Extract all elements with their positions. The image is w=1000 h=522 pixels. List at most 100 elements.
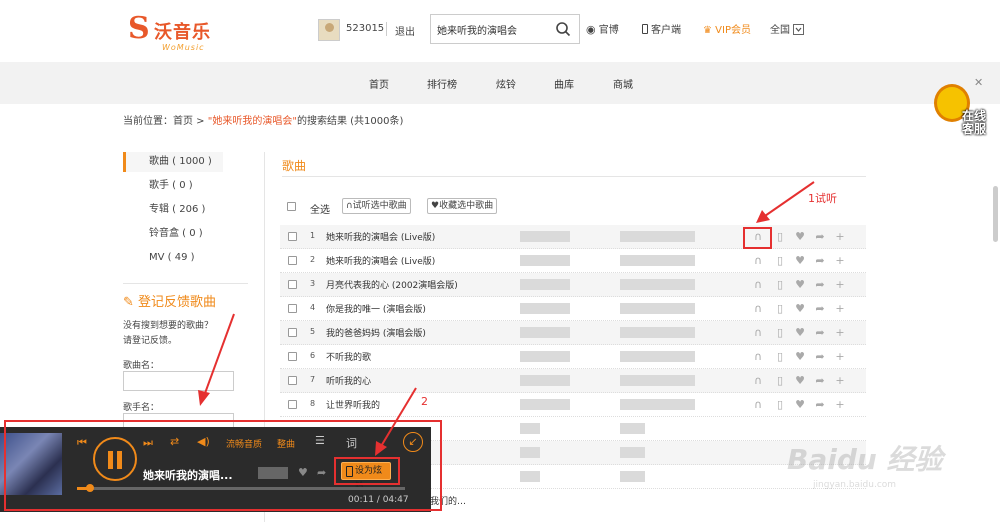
row-actions: ∩ ▯ ♥ ➦ + — [752, 398, 852, 412]
share-icon[interactable]: ➦ — [814, 254, 826, 268]
nav-ringtones[interactable]: 炫铃 — [496, 76, 516, 91]
sidebar-item-songs[interactable]: 歌曲 ( 1000 ) — [123, 152, 223, 172]
row-actions: ∩ ▯ ♥ ➦ + — [752, 254, 852, 268]
share-icon[interactable]: ➦ — [814, 230, 826, 244]
song-title[interactable]: 你是我的唯一 (演唱会版) — [326, 302, 426, 315]
row-checkbox[interactable] — [288, 232, 297, 241]
phone-icon[interactable]: ▯ — [774, 254, 786, 268]
add-icon[interactable]: + — [834, 254, 846, 268]
headphones-icon[interactable]: ∩ — [752, 278, 764, 292]
blurred-singer — [520, 231, 570, 242]
table-row: 1 她来听我的演唱会 (Live版) ∩ ▯ ♥ ➦ + — [280, 225, 866, 249]
heart-icon[interactable]: ♥ — [794, 254, 806, 268]
search-input[interactable] — [437, 21, 552, 37]
heart-icon[interactable]: ♥ — [794, 278, 806, 292]
add-icon[interactable]: + — [834, 278, 846, 292]
heart-icon[interactable]: ♥ — [794, 302, 806, 316]
vip-label: VIP会员 — [715, 25, 751, 36]
phone-icon[interactable]: ▯ — [774, 326, 786, 340]
vip-link[interactable]: ♛ VIP会员 — [703, 21, 751, 36]
heart-icon[interactable]: ♥ — [794, 374, 806, 388]
headphones-icon[interactable]: ∩ — [752, 326, 764, 340]
headphones-icon[interactable]: ∩ — [752, 302, 764, 316]
row-number: 1 — [310, 231, 316, 240]
share-icon[interactable]: ➦ — [814, 302, 826, 316]
heart-icon[interactable]: ♥ — [794, 326, 806, 340]
row-checkbox[interactable] — [288, 400, 297, 409]
blurred-album — [620, 447, 645, 458]
row-checkbox[interactable] — [288, 328, 297, 337]
add-icon[interactable]: + — [834, 398, 846, 412]
online-service-widget[interactable]: 在线 客服 ✕ — [928, 76, 998, 146]
song-title[interactable]: 我的爸爸妈妈 (演唱会版) — [326, 326, 426, 339]
collect-selected-button[interactable]: ♥收藏选中歌曲 — [427, 198, 498, 214]
blurred-album — [620, 231, 695, 242]
table-row: 7 听听我的心 ∩ ▯ ♥ ➦ + — [280, 369, 866, 393]
phone-icon[interactable]: ▯ — [774, 278, 786, 292]
nav-library[interactable]: 曲库 — [554, 76, 574, 91]
song-title[interactable]: 她来听我的演唱会 (Live版) — [326, 254, 435, 267]
add-icon[interactable]: + — [834, 374, 846, 388]
phone-icon[interactable]: ▯ — [774, 230, 786, 244]
sidebar-item-ringbox[interactable]: 铃音盒 ( 0 ) — [123, 224, 223, 244]
row-number: 3 — [310, 279, 316, 288]
share-icon[interactable]: ➦ — [814, 326, 826, 340]
add-icon[interactable]: + — [834, 326, 846, 340]
user-id[interactable]: 523015 — [346, 23, 384, 34]
sidebar-item-singers[interactable]: 歌手 ( 0 ) — [123, 176, 223, 196]
logo-subtitle: WoMusic — [162, 43, 205, 52]
phone-icon[interactable]: ▯ — [774, 398, 786, 412]
logout-link[interactable]: 退出 — [395, 23, 415, 38]
blurred-singer — [520, 303, 570, 314]
song-title[interactable]: 月亮代表我的心 (2002演唱会版) — [326, 278, 458, 291]
client-link[interactable]: 客户端 — [642, 21, 681, 36]
add-icon[interactable]: + — [834, 230, 846, 244]
share-icon[interactable]: ➦ — [814, 398, 826, 412]
row-checkbox[interactable] — [288, 376, 297, 385]
nav-home[interactable]: 首页 — [369, 76, 389, 91]
weibo-link[interactable]: ◉ 官博 — [586, 21, 619, 36]
select-all-checkbox[interactable] — [287, 202, 296, 211]
row-checkbox[interactable] — [288, 256, 297, 265]
headphones-icon[interactable]: ∩ — [752, 374, 764, 388]
sidebar-item-albums[interactable]: 专辑 ( 206 ) — [123, 200, 223, 220]
row-number: 6 — [310, 351, 316, 360]
sidebar-item-mv[interactable]: MV ( 49 ) — [123, 248, 223, 268]
song-title[interactable]: 听听我的心 — [326, 374, 371, 387]
select-all-label[interactable]: 全选 — [310, 201, 330, 216]
listen-selected-button[interactable]: ∩试听选中歌曲 — [342, 198, 411, 214]
baidu-watermark: Baidu 经验 jingyan.baidu.com — [775, 430, 975, 500]
add-icon[interactable]: + — [834, 302, 846, 316]
headphones-icon[interactable]: ∩ — [752, 254, 764, 268]
wo-music-logo[interactable]: S 沃音乐 WoMusic — [128, 10, 238, 56]
heart-icon[interactable]: ♥ — [794, 350, 806, 364]
crown-icon: ♛ — [703, 25, 712, 36]
nav-store[interactable]: 商城 — [613, 76, 633, 91]
breadcrumb-prefix[interactable]: 当前位置：首页 > — [123, 116, 208, 127]
row-checkbox[interactable] — [288, 304, 297, 313]
service-label: 在线 客服 — [962, 110, 986, 136]
close-icon[interactable]: ✕ — [974, 76, 983, 89]
region-select[interactable]: 全国 — [770, 21, 804, 36]
share-icon[interactable]: ➦ — [814, 374, 826, 388]
avatar[interactable] — [318, 19, 340, 41]
headphones-icon[interactable]: ∩ — [752, 398, 764, 412]
row-checkbox[interactable] — [288, 280, 297, 289]
heart-icon[interactable]: ♥ — [794, 230, 806, 244]
nav-charts[interactable]: 排行榜 — [427, 76, 457, 91]
row-checkbox[interactable] — [288, 352, 297, 361]
search-icon[interactable] — [555, 21, 571, 37]
add-icon[interactable]: + — [834, 350, 846, 364]
song-title[interactable]: 不听我的歌 — [326, 350, 371, 363]
share-icon[interactable]: ➦ — [814, 278, 826, 292]
share-icon[interactable]: ➦ — [814, 350, 826, 364]
heart-icon[interactable]: ♥ — [794, 398, 806, 412]
song-title[interactable]: 她来听我的演唱会 (Live版) — [326, 230, 435, 243]
headphones-icon[interactable]: ∩ — [752, 350, 764, 364]
scrollbar[interactable] — [993, 186, 998, 242]
phone-icon[interactable]: ▯ — [774, 302, 786, 316]
blurred-singer — [520, 375, 570, 386]
watermark-brand: Baidu 经验 — [787, 443, 943, 476]
phone-icon[interactable]: ▯ — [774, 374, 786, 388]
phone-icon[interactable]: ▯ — [774, 350, 786, 364]
